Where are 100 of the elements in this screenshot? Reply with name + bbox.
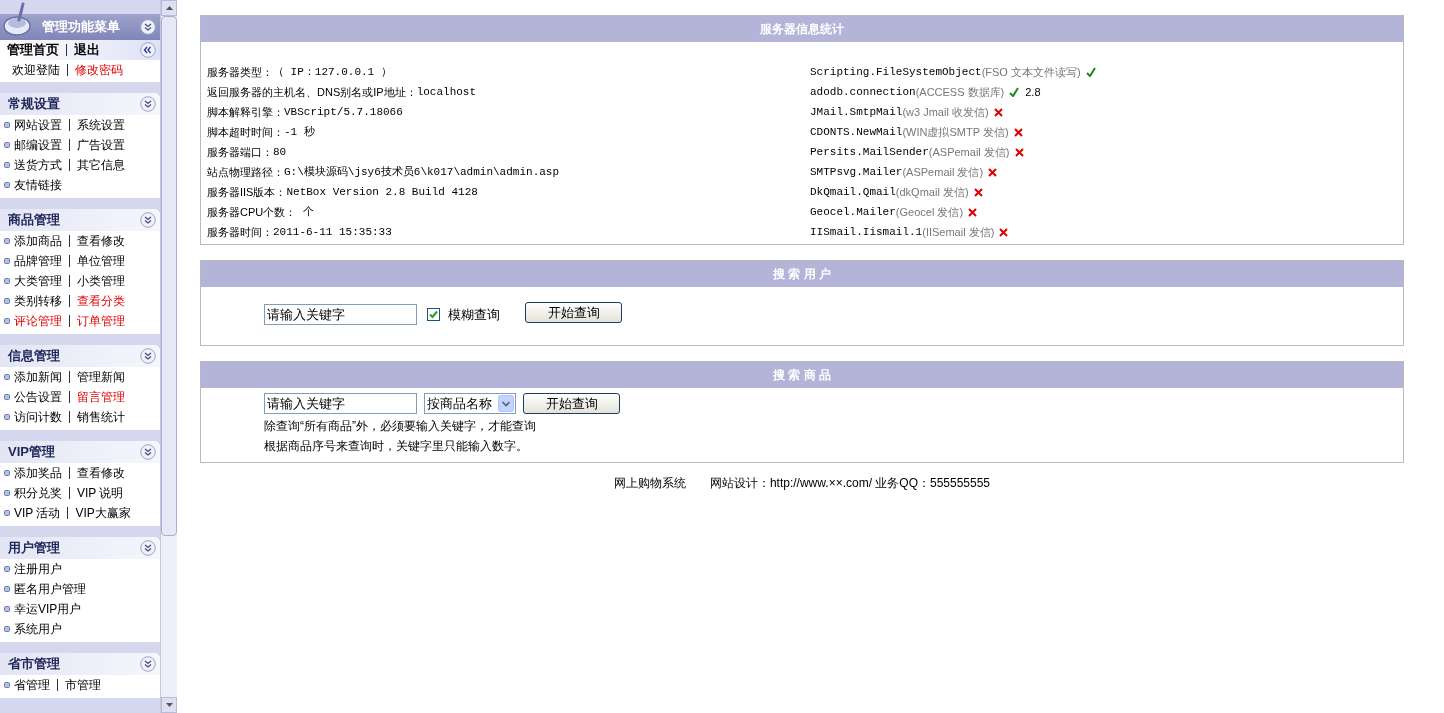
expand-icon[interactable] xyxy=(140,212,156,228)
menu-link[interactable]: 邮编设置 xyxy=(14,136,62,154)
menu-link[interactable]: 留言管理 xyxy=(77,388,125,406)
link-divider xyxy=(69,235,70,247)
expand-icon[interactable] xyxy=(140,96,156,112)
menu-link[interactable]: 幸运VIP用户 xyxy=(14,600,82,618)
menu-link[interactable]: 销售统计 xyxy=(77,408,125,426)
menu-link[interactable]: 广告设置 xyxy=(77,136,125,154)
expand-icon[interactable] xyxy=(140,444,156,460)
note-text: 根据商品序号来查询时，关键字里只能输入数字。 xyxy=(264,438,529,455)
scroll-up-icon[interactable] xyxy=(165,6,173,10)
component-name: Geocel.Mailer xyxy=(810,204,896,220)
bullet-icon xyxy=(4,682,10,688)
link-divider xyxy=(66,44,67,56)
footer-text: 网站设计：http://www.××.com/ 业务QQ：555555555 xyxy=(709,475,991,492)
bullet-icon xyxy=(4,162,10,168)
component-name: SMTPsvg.Mailer xyxy=(810,164,903,180)
bullet-icon xyxy=(4,510,10,516)
menu-link[interactable]: 注册用户 xyxy=(14,560,62,578)
component-name: adodb.connection xyxy=(810,84,916,100)
menu-link[interactable]: 添加奖品 xyxy=(14,464,62,482)
bullet-icon xyxy=(4,586,10,592)
menu-link[interactable]: 积分兑奖 xyxy=(14,484,62,502)
mode-dropdown[interactable]: 按商品名称 xyxy=(424,393,516,414)
link-divider xyxy=(69,487,70,499)
info-label: 服务器端口： xyxy=(207,144,273,160)
menu-link[interactable]: 省管理 xyxy=(14,676,50,694)
info-value: G:\模块源码\jsy6技术员6\k017\admin\admin.asp xyxy=(284,164,560,180)
component-name: DkQmail.Qmail xyxy=(810,184,896,200)
menu-link[interactable]: 单位管理 xyxy=(77,252,125,270)
keyword-field[interactable]: 请输入关键字 xyxy=(264,393,417,414)
menu-link[interactable]: VIP大赢家 xyxy=(75,504,131,522)
scroll-down-icon[interactable] xyxy=(165,703,173,707)
search-button[interactable]: 开始查询 xyxy=(523,393,620,414)
menu-link[interactable]: VIP 说明 xyxy=(77,484,124,502)
component-description: (IISemail 发信) xyxy=(922,224,995,240)
collapse-icon[interactable] xyxy=(140,42,156,58)
info-value: -1 秒 xyxy=(284,124,315,140)
menu-link[interactable]: 评论管理 xyxy=(14,312,62,330)
link-divider xyxy=(69,139,70,151)
bullet-icon xyxy=(4,394,10,400)
menu-link[interactable]: 查看修改 xyxy=(77,464,125,482)
menu-title: 管理功能菜单 xyxy=(42,18,121,37)
menu-link[interactable]: 大类管理 xyxy=(14,272,62,290)
expand-icon[interactable] xyxy=(140,540,156,556)
pot-icon xyxy=(2,0,32,36)
menu-link[interactable]: 修改密码 xyxy=(75,61,123,79)
fuzzy-checkbox[interactable] xyxy=(427,308,440,321)
component-description: (WIN虚拟SMTP 发信) xyxy=(902,124,1009,140)
menu-link[interactable]: 小类管理 xyxy=(77,272,125,290)
link-divider xyxy=(57,679,58,691)
menu-link[interactable]: 系统设置 xyxy=(77,116,125,134)
menu-link[interactable]: 市管理 xyxy=(65,676,101,694)
info-value: NetBox Version 2.8 Build 4128 xyxy=(286,184,478,200)
menu-link[interactable]: 欢迎登陆 xyxy=(12,61,60,79)
menu-link[interactable]: 公告设置 xyxy=(14,388,62,406)
note-text: 除查询“所有商品”外，必须要输入关键字，才能查询 xyxy=(264,418,537,435)
keyword-field[interactable]: 请输入关键字 xyxy=(264,304,417,325)
menu-link[interactable]: 系统用户 xyxy=(14,620,62,638)
menu-link[interactable]: 添加商品 xyxy=(14,232,62,250)
bullet-icon xyxy=(4,298,10,304)
dropdown-icon[interactable] xyxy=(498,395,514,412)
menu-link[interactable]: 管理新闻 xyxy=(77,368,125,386)
info-label: 服务器时间： xyxy=(207,224,273,240)
menu-link[interactable]: 访问计数 xyxy=(14,408,62,426)
menu-link[interactable]: 查看修改 xyxy=(77,232,125,250)
link-divider xyxy=(69,295,70,307)
panel-title: 搜 索 商 品 xyxy=(773,367,831,384)
component-description: (ASPemail 发信) xyxy=(902,164,984,180)
search-button[interactable]: 开始查询 xyxy=(525,302,622,323)
menu-link[interactable]: 送货方式 xyxy=(14,156,62,174)
menu-link[interactable]: 类别转移 xyxy=(14,292,62,310)
expand-icon[interactable] xyxy=(140,656,156,672)
bullet-icon xyxy=(4,374,10,380)
component-description: (ASPemail 发信) xyxy=(928,144,1010,160)
menu-link[interactable]: 网站设置 xyxy=(14,116,62,134)
menu-link[interactable]: 友情链接 xyxy=(14,176,62,194)
menu-link[interactable]: 匿名用户管理 xyxy=(14,580,86,598)
footer-text: 网上购物系统 xyxy=(613,475,686,492)
info-label: 服务器IIS版本： xyxy=(207,184,287,200)
menu-link[interactable]: 订单管理 xyxy=(77,312,125,330)
menu-link[interactable]: 查看分类 xyxy=(77,292,125,310)
menu-link[interactable]: VIP 活动 xyxy=(14,504,61,522)
scrollbar[interactable] xyxy=(160,0,177,713)
component-name: CDONTS.NewMail xyxy=(810,124,903,140)
expand-icon[interactable] xyxy=(140,19,156,35)
menu-link[interactable]: 添加新闻 xyxy=(14,368,62,386)
menu-link[interactable]: 其它信息 xyxy=(77,156,125,174)
info-label: 服务器类型： xyxy=(207,64,273,80)
expand-icon[interactable] xyxy=(140,348,156,364)
info-value: 2011-6-11 15:35:33 xyxy=(273,224,392,240)
version-text: 2.8 xyxy=(1025,84,1041,100)
info-label: 站点物理路径： xyxy=(207,164,284,180)
menu-link[interactable]: 退出 xyxy=(74,40,100,60)
menu-link[interactable]: 品牌管理 xyxy=(14,252,62,270)
scroll-thumb[interactable] xyxy=(161,16,177,536)
component-description: (Geocel 发信) xyxy=(895,204,964,220)
link-divider xyxy=(67,64,68,76)
menu-link[interactable]: 管理首页 xyxy=(7,40,59,60)
bullet-icon xyxy=(4,258,10,264)
